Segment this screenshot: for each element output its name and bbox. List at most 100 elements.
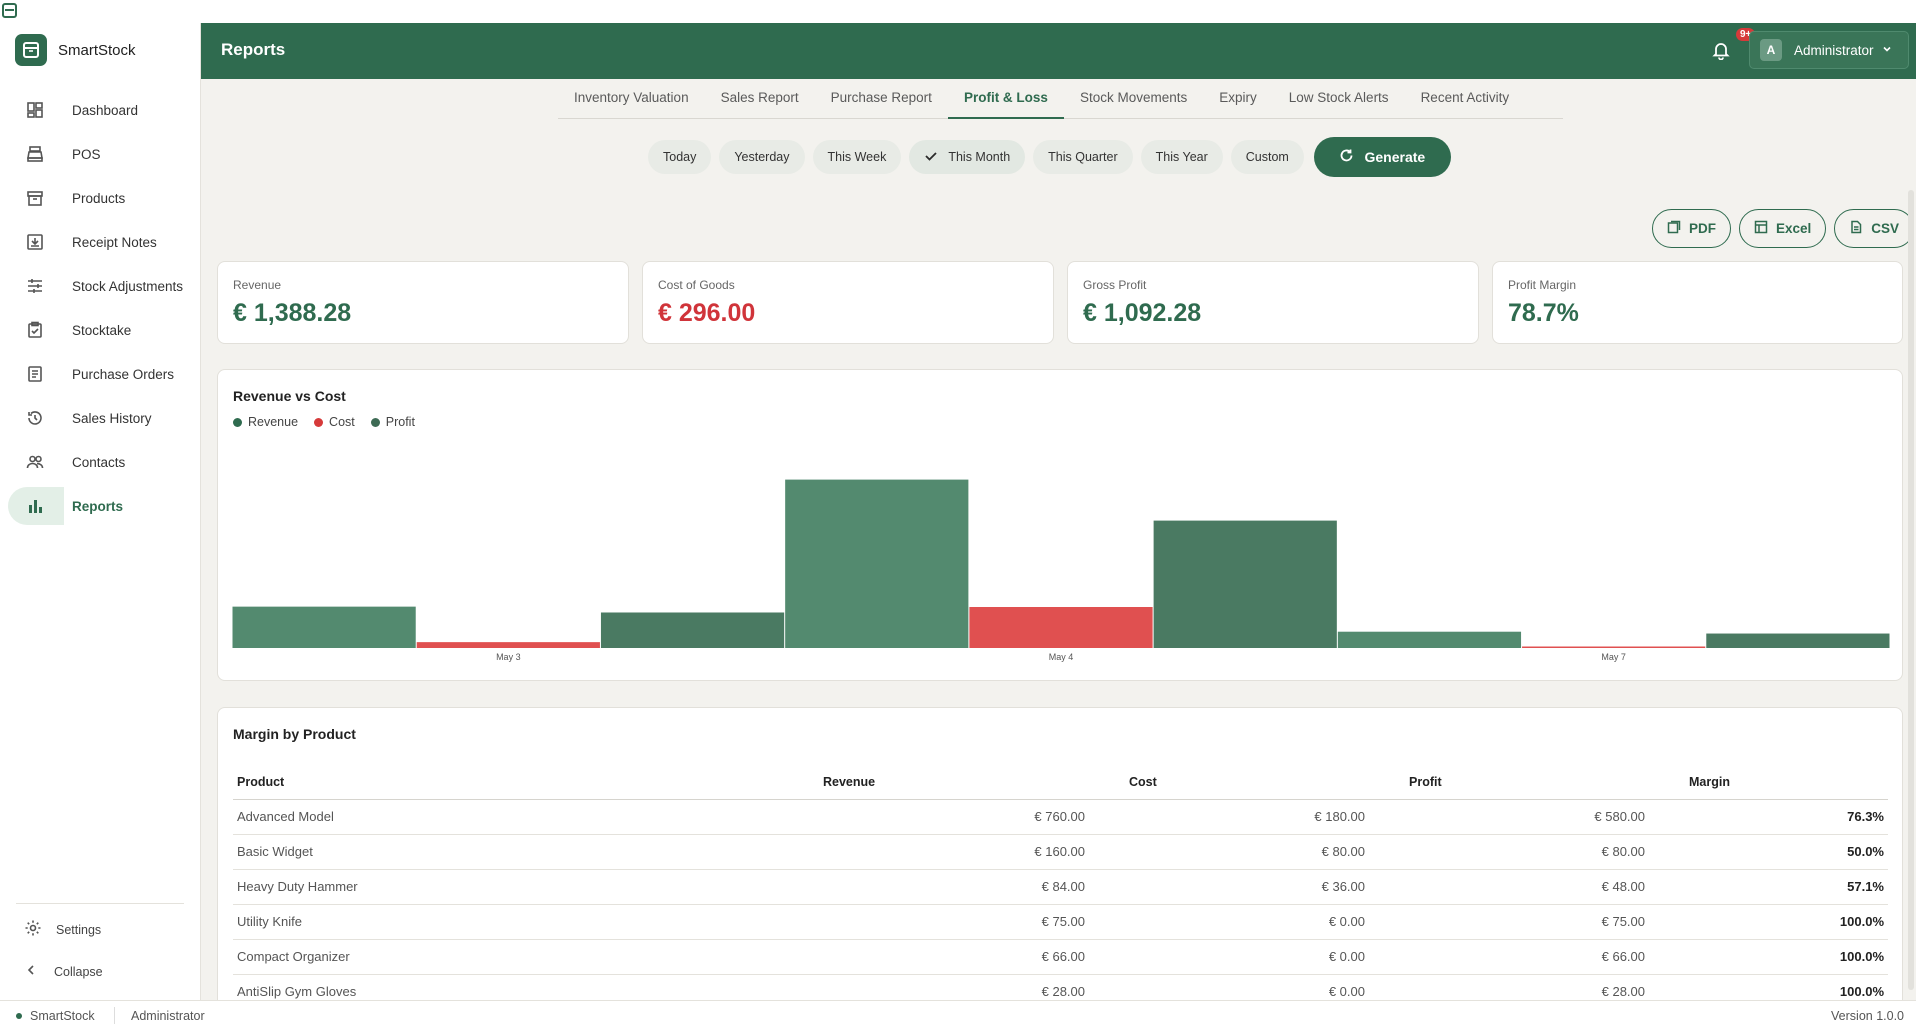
cell-revenue: € 66.00: [823, 939, 1093, 975]
export-pdf-button[interactable]: PDF: [1652, 209, 1731, 248]
user-menu-button[interactable]: A Administrator: [1749, 31, 1909, 69]
export-csv-button[interactable]: CSV: [1834, 209, 1915, 248]
column-header-cost[interactable]: Cost: [1093, 766, 1373, 800]
cell-cost: € 36.00: [1093, 869, 1373, 905]
bar-cost-may-3[interactable]: [416, 642, 600, 648]
sliders-icon: [25, 276, 45, 296]
period-this-month[interactable]: This Month: [909, 140, 1026, 174]
app-header: Reports 9+ A Administrator: [201, 23, 1916, 79]
collapse-label: Collapse: [54, 965, 103, 979]
cell-margin: 100.0%: [1653, 939, 1888, 975]
check-icon: [924, 149, 938, 166]
cell-product: Compact Organizer: [233, 939, 823, 975]
bar-revenue-may-3[interactable]: [232, 606, 416, 648]
status-version: Version 1.0.0: [1831, 1009, 1904, 1023]
file-text-icon: [1849, 220, 1863, 237]
bar-revenue-may-7[interactable]: [1337, 631, 1522, 648]
sidebar-item-label: Dashboard: [72, 102, 139, 118]
sidebar-item-stocktake[interactable]: Stocktake: [8, 311, 194, 349]
status-user: Administrator: [131, 1009, 205, 1023]
content-scrollbar[interactable]: [1908, 190, 1914, 990]
bar-profit-may-4[interactable]: [1153, 520, 1337, 648]
collapse-button[interactable]: Collapse: [16, 952, 184, 992]
tab-stock-movements[interactable]: Stock Movements: [1064, 81, 1203, 119]
sidebar-item-pos[interactable]: POS: [8, 135, 194, 173]
sidebar-item-label: Products: [72, 190, 126, 206]
brand[interactable]: SmartStock: [15, 34, 136, 66]
column-header-product[interactable]: Product: [233, 766, 823, 800]
cell-cost: € 0.00: [1093, 904, 1373, 940]
kpi-value: € 1,388.28: [233, 299, 352, 327]
cell-product: Utility Knife: [233, 904, 823, 940]
export-excel-button[interactable]: Excel: [1739, 209, 1827, 248]
margin-table: Product Revenue Cost Profit Margin Advan…: [233, 766, 1888, 1006]
receipt-download-icon: [25, 232, 45, 252]
sidebar-item-label: Receipt Notes: [72, 234, 157, 250]
sidebar-item-label: Sales History: [72, 410, 152, 426]
column-header-revenue[interactable]: Revenue: [823, 766, 1093, 800]
sidebar-item-purchase-orders[interactable]: Purchase Orders: [8, 355, 194, 393]
period-this-week[interactable]: This Week: [812, 140, 902, 174]
x-tick-label: May 3: [496, 652, 521, 662]
period-this-quarter[interactable]: This Quarter: [1033, 140, 1133, 174]
tab-recent-activity[interactable]: Recent Activity: [1405, 81, 1526, 119]
sidebar-footer: Settings Collapse: [16, 903, 184, 992]
sidebar-item-stock-adjustments[interactable]: Stock Adjustments: [8, 267, 194, 305]
bar-profit-may-7[interactable]: [1706, 633, 1890, 648]
settings-label: Settings: [56, 923, 102, 937]
kpi-gross-profit: Gross Profit € 1,092.28: [1067, 261, 1479, 344]
settings-button[interactable]: Settings: [16, 910, 184, 950]
generate-label: Generate: [1364, 149, 1426, 165]
table-row[interactable]: Basic Widget € 160.00 € 80.00 € 80.00 50.0%: [233, 834, 1888, 870]
column-header-margin[interactable]: Margin: [1653, 766, 1888, 800]
x-tick-label: May 4: [1049, 652, 1074, 662]
box-icon: [25, 188, 45, 208]
export-label: PDF: [1689, 221, 1716, 236]
document-list-icon: [25, 364, 45, 384]
kpi-label: Profit Margin: [1508, 278, 1577, 292]
period-today[interactable]: Today: [648, 140, 712, 174]
tab-sales-report[interactable]: Sales Report: [705, 81, 815, 119]
sidebar-item-label: Contacts: [72, 454, 126, 470]
sidebar-item-sales-history[interactable]: Sales History: [8, 399, 194, 437]
period-yesterday[interactable]: Yesterday: [719, 140, 805, 174]
app-name: SmartStock: [58, 41, 136, 59]
bell-icon[interactable]: [1711, 40, 1733, 62]
refresh-icon: [1339, 148, 1354, 166]
tab-purchase-report[interactable]: Purchase Report: [815, 81, 948, 119]
table-row[interactable]: Utility Knife € 75.00 € 0.00 € 75.00 100.0%: [233, 904, 1888, 940]
sidebar: SmartStock Dashboard POS Products Receip…: [0, 23, 201, 1000]
column-header-profit[interactable]: Profit: [1373, 766, 1653, 800]
table-header-row: Product Revenue Cost Profit Margin: [233, 766, 1888, 800]
table-row[interactable]: Compact Organizer € 66.00 € 0.00 € 66.00 100…: [233, 939, 1888, 975]
sidebar-nav: Dashboard POS Products Receipt Notes Sto…: [8, 91, 194, 531]
sidebar-item-dashboard[interactable]: Dashboard: [8, 91, 194, 129]
sidebar-item-receipt-notes[interactable]: Receipt Notes: [8, 223, 194, 261]
table-row[interactable]: Heavy Duty Hammer € 84.00 € 36.00 € 48.00 57…: [233, 869, 1888, 905]
period-this-year[interactable]: This Year: [1140, 140, 1223, 174]
generate-button[interactable]: Generate: [1313, 137, 1451, 177]
tab-inventory-valuation[interactable]: Inventory Valuation: [558, 81, 705, 119]
bar-cost-may-7[interactable]: [1522, 646, 1706, 649]
sidebar-item-reports[interactable]: Reports: [8, 487, 194, 525]
bar-profit-may-3[interactable]: [600, 612, 785, 648]
export-label: CSV: [1871, 221, 1900, 236]
tab-profit-loss[interactable]: Profit & Loss: [947, 81, 1064, 119]
cell-margin: 57.1%: [1653, 869, 1888, 905]
tab-low-stock-alerts[interactable]: Low Stock Alerts: [1273, 81, 1405, 119]
dashboard-icon: [25, 100, 45, 120]
bar-revenue-may-4[interactable]: [785, 479, 969, 648]
table-row[interactable]: Advanced Model € 760.00 € 180.00 € 580.00 76…: [233, 799, 1888, 835]
revenue-vs-cost-chart: Revenue vs Cost Revenue Cost Profit May …: [217, 369, 1903, 681]
sidebar-item-products[interactable]: Products: [8, 179, 194, 217]
sidebar-item-label: Purchase Orders: [72, 366, 175, 382]
app-window-icon: [2, 3, 17, 18]
tab-expiry[interactable]: Expiry: [1203, 81, 1273, 119]
bar-cost-may-4[interactable]: [969, 606, 1153, 648]
history-icon: [25, 408, 45, 428]
sidebar-item-contacts[interactable]: Contacts: [8, 443, 194, 481]
export-label: Excel: [1776, 221, 1812, 236]
cell-revenue: € 160.00: [823, 834, 1093, 870]
table-title: Margin by Product: [233, 726, 356, 742]
period-custom[interactable]: Custom: [1230, 140, 1304, 174]
